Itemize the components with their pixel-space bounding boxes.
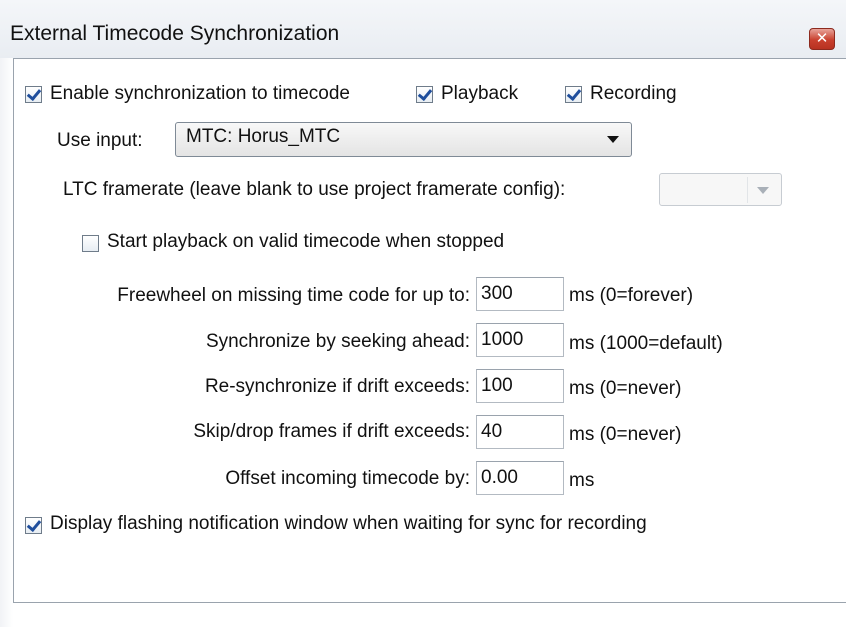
seek-ahead-label: Synchronize by seeking ahead: bbox=[205, 331, 470, 352]
freewheel-input[interactable] bbox=[476, 277, 564, 311]
close-button[interactable]: ✕ bbox=[809, 28, 835, 50]
notification-label: Display flashing notification window whe… bbox=[50, 513, 647, 534]
skip-drop-label: Skip/drop frames if drift exceeds: bbox=[193, 421, 470, 442]
enable-sync-checkbox[interactable] bbox=[25, 86, 42, 103]
recording-checkbox[interactable] bbox=[565, 86, 582, 103]
freewheel-label: Freewheel on missing time code for up to… bbox=[117, 285, 470, 306]
title-bar: External Timecode Synchronization ✕ bbox=[0, 0, 846, 59]
seek-ahead-unit: ms (1000=default) bbox=[569, 333, 723, 354]
skip-drop-input[interactable] bbox=[476, 415, 564, 449]
enable-sync-label: Enable synchronization to timecode bbox=[50, 83, 350, 104]
notification-checkbox[interactable] bbox=[25, 517, 42, 534]
ltc-framerate-label: LTC framerate (leave blank to use projec… bbox=[63, 179, 566, 200]
freewheel-unit: ms (0=forever) bbox=[569, 285, 694, 306]
settings-panel: Enable synchronization to timecode Playb… bbox=[13, 58, 846, 603]
resync-input[interactable] bbox=[476, 369, 564, 403]
resync-label: Re-synchronize if drift exceeds: bbox=[204, 376, 470, 397]
recording-label: Recording bbox=[590, 83, 677, 104]
select-separator bbox=[747, 177, 748, 203]
input-select-value: MTC: Horus_MTC bbox=[186, 126, 341, 147]
use-input-label: Use input: bbox=[57, 130, 143, 151]
ltc-framerate-select[interactable] bbox=[659, 173, 782, 206]
playback-label: Playback bbox=[441, 83, 519, 104]
start-playback-checkbox[interactable] bbox=[82, 235, 99, 252]
window-title: External Timecode Synchronization bbox=[10, 22, 340, 45]
left-edge bbox=[0, 58, 13, 627]
offset-label: Offset incoming timecode by: bbox=[225, 468, 470, 489]
skip-drop-unit: ms (0=never) bbox=[569, 424, 682, 445]
playback-checkbox[interactable] bbox=[416, 86, 433, 103]
timecode-sync-dialog: External Timecode Synchronization ✕ Enab… bbox=[0, 0, 846, 627]
chevron-down-icon bbox=[757, 187, 769, 194]
close-icon: ✕ bbox=[815, 30, 829, 47]
resync-unit: ms (0=never) bbox=[569, 378, 682, 399]
offset-input[interactable] bbox=[476, 461, 564, 495]
input-select[interactable]: MTC: Horus_MTC bbox=[175, 122, 632, 157]
start-playback-label: Start playback on valid timecode when st… bbox=[107, 231, 505, 252]
seek-ahead-input[interactable] bbox=[476, 323, 564, 357]
chevron-down-icon bbox=[607, 136, 619, 143]
offset-unit: ms bbox=[569, 470, 595, 491]
